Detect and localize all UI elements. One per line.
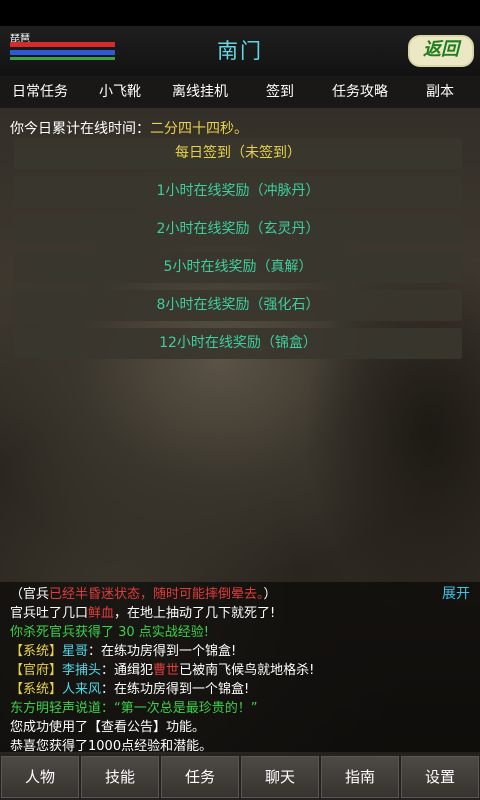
expand-chat-button[interactable]: 展开 bbox=[442, 583, 470, 603]
online-time-value: 二分四十四秒。 bbox=[150, 121, 248, 137]
tab-task-guide[interactable]: 任务攻略 bbox=[320, 76, 400, 108]
chat-log[interactable]: 展开 （官兵已经半昏迷状态，随时可能摔倒晕去。） 官兵吐了几口鲜血，在地上抽动了… bbox=[0, 582, 480, 754]
chat-line: （官兵已经半昏迷状态，随时可能摔倒晕去。） bbox=[10, 587, 277, 602]
nav-chat-button[interactable]: 聊天 bbox=[241, 756, 319, 798]
bottom-nav: 人物 技能 任务 聊天 指南 设置 bbox=[0, 754, 480, 800]
nav-tasks-button[interactable]: 任务 bbox=[161, 756, 239, 798]
tab-dungeon[interactable]: 副本 bbox=[400, 76, 480, 108]
chat-line: 您成功使用了【查看公告】功能。 bbox=[10, 720, 206, 735]
status-bar bbox=[0, 0, 480, 26]
nav-skills-button[interactable]: 技能 bbox=[81, 756, 159, 798]
reward-5h-button[interactable]: 5小时在线奖励（真解） bbox=[14, 252, 462, 283]
chat-line: 【官府】李捕头：通缉犯曹世已被南飞候鸟就地格杀! bbox=[10, 663, 315, 678]
tab-offline-afk[interactable]: 离线挂机 bbox=[160, 76, 240, 108]
chat-line: 你杀死官兵获得了 30 点实战经验! bbox=[10, 625, 210, 640]
back-button[interactable]: 返回 bbox=[408, 35, 474, 67]
nav-settings-button[interactable]: 设置 bbox=[401, 756, 479, 798]
tab-flying-boots[interactable]: 小飞靴 bbox=[80, 76, 160, 108]
online-time: 你今日累计在线时间：二分四十四秒。 bbox=[10, 118, 248, 138]
daily-checkin-button[interactable]: 每日签到（未签到） bbox=[14, 138, 462, 169]
reward-12h-button[interactable]: 12小时在线奖励（锦盒） bbox=[14, 328, 462, 359]
reward-8h-button[interactable]: 8小时在线奖励（强化石） bbox=[14, 290, 462, 321]
chat-line: 恭喜您获得了1000点经验和潜能。 bbox=[10, 739, 213, 754]
reward-1h-button[interactable]: 1小时在线奖励（冲脉丹） bbox=[14, 176, 462, 207]
tab-checkin[interactable]: 签到 bbox=[240, 76, 320, 108]
nav-guide-button[interactable]: 指南 bbox=[321, 756, 399, 798]
title-bar: 琵琶 南门 返回 bbox=[0, 26, 480, 76]
reward-button-list: 每日签到（未签到） 1小时在线奖励（冲脉丹） 2小时在线奖励（玄灵丹） 5小时在… bbox=[14, 138, 462, 366]
chat-line: 【系统】人来风：在练功房得到一个锦盒! bbox=[10, 682, 250, 697]
nav-character-button[interactable]: 人物 bbox=[1, 756, 79, 798]
chat-line: 官兵吐了几口鲜血，在地上抽动了几下就死了! bbox=[10, 606, 276, 621]
chat-line: 东方明轻声说道：“第一次总是最珍贵的！” bbox=[10, 701, 258, 716]
online-time-label: 你今日累计在线时间： bbox=[10, 121, 150, 137]
chat-line: 【系统】星哥：在练功房得到一个锦盒! bbox=[10, 644, 237, 659]
tab-daily-tasks[interactable]: 日常任务 bbox=[0, 76, 80, 108]
top-tabs: 日常任务 小飞靴 离线挂机 签到 任务攻略 副本 bbox=[0, 76, 480, 108]
reward-2h-button[interactable]: 2小时在线奖励（玄灵丹） bbox=[14, 214, 462, 245]
